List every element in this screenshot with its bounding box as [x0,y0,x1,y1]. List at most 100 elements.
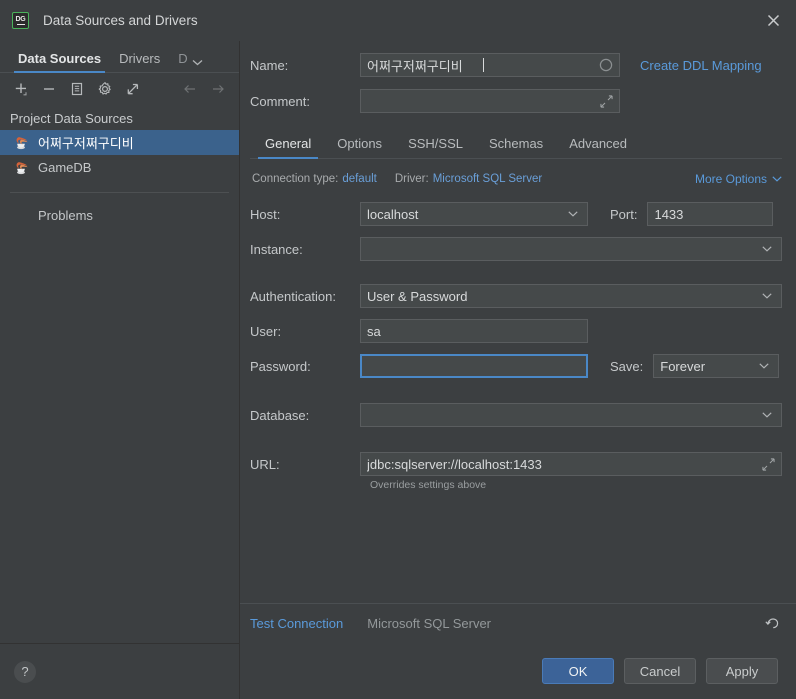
detail-panel: Name: 어쩌구저쩌구디비 Create DDL Mapping Commen… [240,41,796,699]
save-combobox[interactable]: Forever [653,354,780,378]
tab-options[interactable]: Options [324,136,395,158]
remove-button[interactable] [36,76,62,102]
connection-type-value[interactable]: default [342,173,377,185]
copy-icon [71,82,83,96]
tab-overflow-item[interactable]: D [170,51,187,72]
user-label: User: [250,323,282,339]
connection-type-label: Connection type: [252,173,339,185]
tree-item-problems[interactable]: Problems [0,203,239,228]
logo-text: DG [15,15,26,23]
driver-value[interactable]: Microsoft SQL Server [433,173,543,185]
help-button[interactable]: ? [14,660,36,683]
apply-button[interactable]: Apply [706,658,778,684]
create-ddl-mapping-link[interactable]: Create DDL Mapping [640,58,762,73]
tree-divider [10,192,229,193]
sqlserver-icon [16,161,28,174]
database-label: Database: [250,407,310,423]
datagrip-logo-icon: DG [12,12,29,29]
duplicate-button[interactable] [64,76,90,102]
add-button[interactable] [8,76,34,102]
database-combobox[interactable] [360,403,782,427]
tree-item-datasource-2[interactable]: GameDB [0,155,239,180]
chevron-down-icon [565,211,581,217]
host-combobox[interactable]: localhost [360,202,588,226]
ok-button[interactable]: OK [542,658,614,684]
user-input[interactable]: sa [360,319,588,343]
circle-icon[interactable] [599,58,613,72]
close-icon[interactable] [750,0,796,41]
port-input[interactable]: 1433 [647,202,774,226]
save-label: Save: [610,358,644,374]
chevron-down-icon [759,246,775,252]
dialog-window: DG Data Sources and Drivers Data Sources… [0,0,796,699]
port-label: Port: [610,206,638,222]
tab-drivers[interactable]: Drivers [111,51,170,72]
close-glyph [767,14,779,27]
expand-icon[interactable] [600,94,613,108]
driver-label: Driver: [394,173,429,185]
authentication-combobox[interactable]: User & Password [360,284,782,308]
url-label: URL: [250,456,280,472]
tree-item-label: GameDB [38,160,92,175]
chevron-down-icon[interactable] [192,59,203,72]
plus-icon [15,83,27,96]
port-value: 1433 [654,206,684,222]
test-connection-button[interactable]: Test Connection [250,616,343,631]
chevron-down-icon [772,176,782,182]
save-value: Forever [660,358,706,374]
detail-content: Name: 어쩌구저쩌구디비 Create DDL Mapping Commen… [240,41,796,603]
instance-combobox[interactable] [360,237,782,261]
connection-info-row: Connection type: default Driver: Microso… [250,172,782,186]
tree-group-label: Project Data Sources [10,111,133,126]
revert-icon [765,618,779,629]
url-value: jdbc:sqlserver://localhost:1433 [367,456,542,472]
tab-data-sources[interactable]: Data Sources [10,51,111,73]
chevron-down-glyph [762,412,772,418]
name-input[interactable]: 어쩌구저쩌구디비 [360,53,620,77]
more-options-button[interactable]: More Options [695,172,782,186]
status-bar: Test Connection Microsoft SQL Server [240,603,796,643]
text-caret [482,58,484,72]
sidebar: Data Sources Drivers D Project Data Sour… [0,41,240,699]
chevron-down-icon [759,293,775,299]
url-input[interactable]: jdbc:sqlserver://localhost:1433 [360,452,782,476]
name-row: Name: 어쩌구저쩌구디비 Create DDL Mapping [250,53,782,77]
comment-input[interactable] [360,89,620,113]
user-value: sa [367,323,381,339]
sidebar-tabs: Data Sources Drivers D [0,41,239,73]
expand-icon[interactable] [762,457,775,471]
user-row: User: sa [250,319,782,343]
tab-schemas[interactable]: Schemas [476,136,556,158]
cancel-button[interactable]: Cancel [624,658,696,684]
database-row: Database: [250,403,782,427]
authentication-value: User & Password [367,288,468,304]
window-title: Data Sources and Drivers [43,13,198,28]
dialog-body: Data Sources Drivers D Project Data Sour… [0,41,796,699]
tree-item-datasource-1[interactable]: 어쩌구저쩌구디비 [0,130,239,155]
comment-label: Comment: [250,93,310,109]
authentication-row: Authentication: User & Password [250,284,782,308]
minus-icon [44,88,54,90]
data-source-tree: Project Data Sources 어쩌구저쩌구디비 GameDB Pro… [0,105,239,643]
sqlserver-icon [16,136,28,149]
tab-ssh-ssl[interactable]: SSH/SSL [395,136,476,158]
driver-status-text: Microsoft SQL Server [367,616,492,631]
tab-general[interactable]: General [252,136,324,159]
forward-button[interactable] [205,76,231,102]
instance-row: Instance: [250,237,782,261]
url-hint: Overrides settings above [370,479,487,491]
password-input[interactable] [360,354,588,378]
revert-button[interactable] [761,612,784,635]
authentication-label: Authentication: [250,288,337,304]
url-row: URL: jdbc:sqlserver://localhost:1433 [250,452,782,476]
detail-tabs: General Options SSH/SSL Schemas Advanced [250,131,782,159]
tab-advanced[interactable]: Advanced [556,136,640,158]
back-button[interactable] [177,76,203,102]
settings-button[interactable] [92,76,118,102]
arrow-right-icon [213,85,224,93]
share-button[interactable] [120,76,146,102]
host-row: Host: localhost Port: 1433 [250,202,782,226]
sidebar-toolbar [0,73,239,105]
tree-item-label: Problems [38,208,93,223]
chevron-down-glyph [192,60,203,66]
